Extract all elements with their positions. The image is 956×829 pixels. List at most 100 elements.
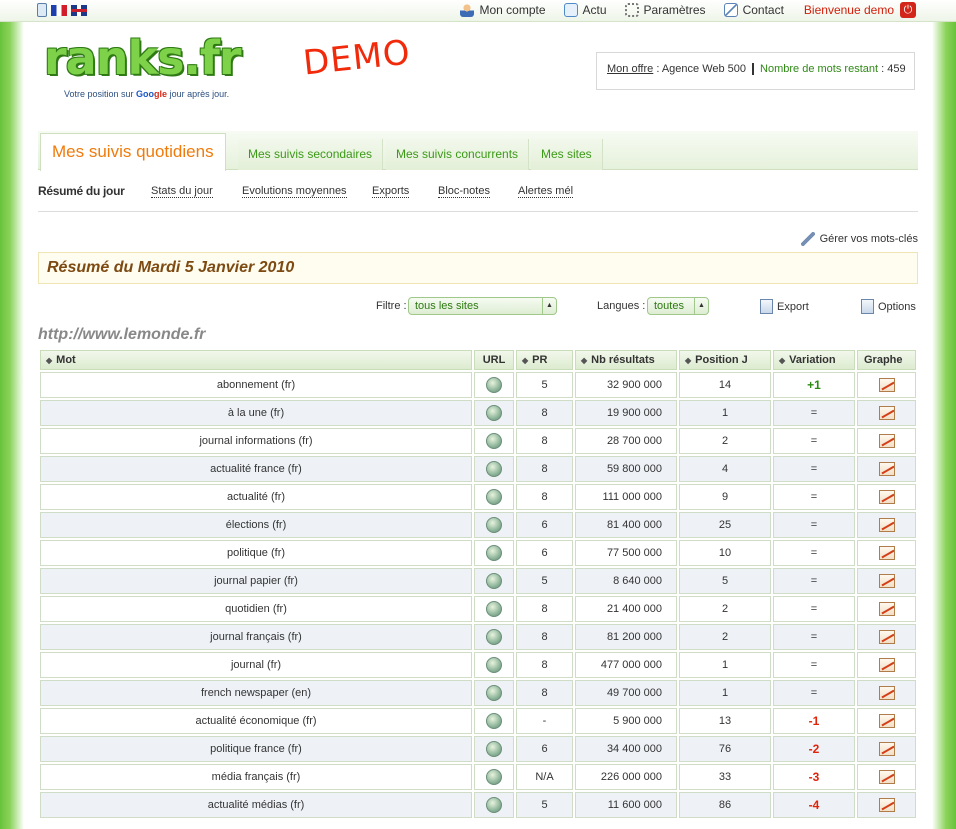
graph-cell[interactable] (857, 736, 916, 762)
graph-cell[interactable] (857, 568, 916, 594)
graph-cell[interactable] (857, 680, 916, 706)
url-preview-icon[interactable] (486, 629, 502, 645)
graph-cell[interactable] (857, 652, 916, 678)
chart-icon[interactable] (878, 518, 895, 532)
demo-badge: DEMO (301, 32, 413, 84)
chart-icon[interactable] (878, 798, 895, 812)
url-cell[interactable] (474, 512, 514, 538)
graph-cell[interactable] (857, 708, 916, 734)
contact-link[interactable]: Contact (723, 3, 784, 17)
chart-icon[interactable] (878, 546, 895, 560)
subnav-exports[interactable]: Exports (372, 185, 410, 198)
url-cell[interactable] (474, 484, 514, 510)
subnav-daily-summary[interactable]: Résumé du jour (38, 184, 125, 198)
language-select[interactable]: toutes ▲ (647, 297, 709, 315)
french-flag-icon[interactable] (51, 4, 67, 16)
settings-link[interactable]: Paramètres (624, 3, 706, 17)
subnav-daily-stats[interactable]: Stats du jour (151, 185, 213, 198)
manage-keywords-link[interactable]: Gérer vos mots-clés (800, 232, 918, 246)
chart-icon[interactable] (878, 434, 895, 448)
english-flag-icon[interactable] (71, 4, 87, 16)
graph-cell[interactable] (857, 764, 916, 790)
news-link[interactable]: Actu (563, 3, 607, 17)
url-cell[interactable] (474, 372, 514, 398)
tab-daily-tracking[interactable]: Mes suivis quotidiens (40, 133, 226, 171)
chart-icon[interactable] (878, 490, 895, 504)
chart-icon[interactable] (878, 742, 895, 756)
url-preview-icon[interactable] (486, 573, 502, 589)
graph-cell[interactable] (857, 428, 916, 454)
graph-cell[interactable] (857, 484, 916, 510)
variation-value: = (810, 687, 818, 699)
url-cell[interactable] (474, 792, 514, 818)
chart-icon[interactable] (878, 574, 895, 588)
url-preview-icon[interactable] (486, 377, 502, 393)
url-cell[interactable] (474, 736, 514, 762)
tab-secondary-tracking[interactable]: Mes suivis secondaires (238, 139, 384, 170)
url-cell[interactable] (474, 680, 514, 706)
column-header-variation[interactable]: ◆ Variation (773, 350, 855, 370)
graph-cell[interactable] (857, 372, 916, 398)
subnav-average-evolutions[interactable]: Evolutions moyennes (242, 185, 347, 198)
column-header-pr[interactable]: ◆ PR (516, 350, 573, 370)
url-cell[interactable] (474, 568, 514, 594)
graph-cell[interactable] (857, 512, 916, 538)
graph-cell[interactable] (857, 400, 916, 426)
url-preview-icon[interactable] (486, 797, 502, 813)
url-preview-icon[interactable] (486, 741, 502, 757)
offer-link[interactable]: Mon offre (607, 63, 653, 75)
graph-cell[interactable] (857, 540, 916, 566)
chart-icon[interactable] (878, 714, 895, 728)
site-filter-select[interactable]: tous les sites ▲ (408, 297, 557, 315)
url-preview-icon[interactable] (486, 545, 502, 561)
url-preview-icon[interactable] (486, 713, 502, 729)
url-cell[interactable] (474, 456, 514, 482)
url-preview-icon[interactable] (486, 769, 502, 785)
graph-cell[interactable] (857, 456, 916, 482)
url-cell[interactable] (474, 652, 514, 678)
column-header-position[interactable]: ◆ Position J (679, 350, 771, 370)
url-cell[interactable] (474, 428, 514, 454)
logo[interactable]: ranks.fr (44, 35, 242, 81)
chart-icon[interactable] (878, 378, 895, 392)
url-preview-icon[interactable] (486, 489, 502, 505)
url-cell[interactable] (474, 764, 514, 790)
url-cell[interactable] (474, 400, 514, 426)
url-preview-icon[interactable] (486, 657, 502, 673)
column-header-results[interactable]: ◆ Nb résultats (575, 350, 677, 370)
chart-icon[interactable] (878, 658, 895, 672)
url-cell[interactable] (474, 708, 514, 734)
url-cell[interactable] (474, 596, 514, 622)
graph-cell[interactable] (857, 596, 916, 622)
export-button[interactable]: Export (760, 299, 809, 314)
chart-icon[interactable] (878, 462, 895, 476)
url-cell[interactable] (474, 624, 514, 650)
url-preview-icon[interactable] (486, 461, 502, 477)
chart-icon[interactable] (878, 770, 895, 784)
url-cell[interactable] (474, 540, 514, 566)
table-row: journal informations (fr) 8 28 700 000 2 = (40, 428, 916, 454)
tab-competitor-tracking[interactable]: Mes suivis concurrents (386, 139, 530, 170)
subnav-email-alerts[interactable]: Alertes mél (518, 185, 574, 198)
words-remaining-value: : 459 (878, 63, 906, 75)
chart-icon[interactable] (878, 630, 895, 644)
url-preview-icon[interactable] (486, 517, 502, 533)
subnav-notepad[interactable]: Bloc-notes (438, 185, 490, 198)
url-preview-icon[interactable] (486, 433, 502, 449)
mobile-icon[interactable] (37, 3, 47, 17)
tab-my-sites[interactable]: Mes sites (531, 139, 603, 170)
variation-value: = (810, 659, 818, 671)
url-preview-icon[interactable] (486, 685, 502, 701)
my-account-link[interactable]: Mon compte (460, 3, 546, 17)
graph-cell[interactable] (857, 624, 916, 650)
chart-icon[interactable] (878, 602, 895, 616)
url-preview-icon[interactable] (486, 601, 502, 617)
logout-power-icon[interactable]: ⏻ (900, 2, 916, 18)
options-button[interactable]: Options (861, 299, 916, 314)
graph-cell[interactable] (857, 792, 916, 818)
column-header-keyword[interactable]: ◆ Mot (40, 350, 472, 370)
variation-cell: +1 (773, 372, 855, 398)
url-preview-icon[interactable] (486, 405, 502, 421)
chart-icon[interactable] (878, 686, 895, 700)
chart-icon[interactable] (878, 406, 895, 420)
